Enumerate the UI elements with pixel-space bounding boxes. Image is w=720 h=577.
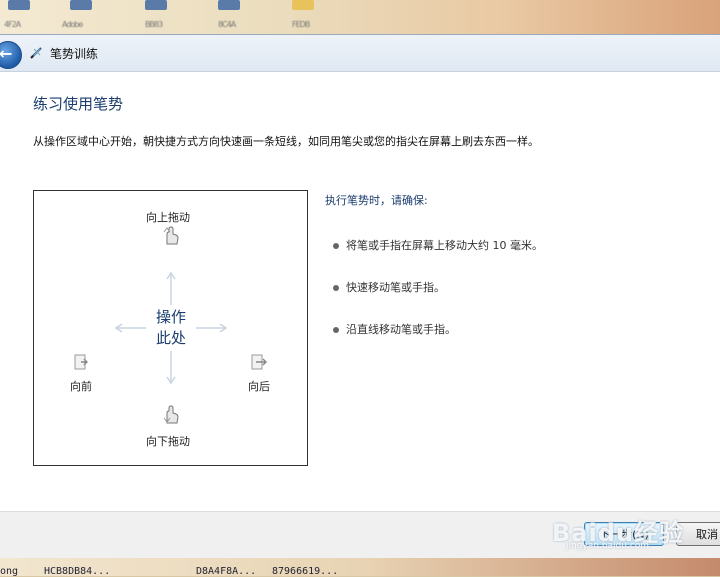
operate-here-label: 操作 此处 bbox=[155, 308, 186, 347]
desktop-icon-label: HCB8DB84... bbox=[44, 566, 111, 577]
gesture-practice-area[interactable]: 向上拖动 向前 操作 此处 向后 向下拖动 bbox=[33, 190, 308, 466]
desktop-file-icon[interactable] bbox=[145, 0, 167, 10]
desktop-icon-label: 87966619... bbox=[272, 566, 339, 577]
desktop-icon-label: 4F2A bbox=[4, 20, 21, 29]
page-forward-icon bbox=[251, 354, 267, 370]
desktop-icon-label: FEDB bbox=[292, 20, 310, 29]
desktop-file-icon[interactable] bbox=[70, 0, 92, 10]
page-back-icon bbox=[74, 354, 88, 370]
drag-right-label: 向后 bbox=[248, 380, 270, 393]
bullet-icon bbox=[333, 243, 339, 249]
drag-up-label: 向上拖动 bbox=[146, 211, 190, 224]
tip-item: 将笔或手指在屏幕上移动大约 10 毫米。 bbox=[333, 237, 543, 253]
desktop-folder-icon[interactable] bbox=[292, 0, 314, 10]
desktop-icon-label: D8A4F8A... bbox=[196, 566, 257, 577]
desktop-file-icon[interactable] bbox=[8, 0, 30, 10]
bullet-icon bbox=[333, 327, 339, 333]
title-bar: ← 笔势训练 bbox=[0, 35, 720, 72]
pen-gesture-icon bbox=[30, 47, 42, 59]
back-arrow-icon: ← bbox=[0, 44, 13, 63]
back-button[interactable]: ← bbox=[0, 41, 22, 69]
instruction-text: 从操作区域中心开始，朝快捷方式方向快速画一条短线，如同用笔尖或您的指尖在屏幕上刷… bbox=[33, 135, 539, 148]
hand-up-icon bbox=[163, 226, 179, 245]
drag-left-label: 向前 bbox=[70, 380, 92, 393]
desktop-icon-label: Adobe bbox=[62, 20, 83, 29]
hand-down-icon bbox=[163, 405, 179, 424]
pen-gesture-training-window: ← 笔势训练 练习使用笔势 从操作区域中心开始，朝快捷方式方向快速画一条短线，如… bbox=[0, 34, 720, 558]
drag-down-label: 向下拖动 bbox=[146, 435, 190, 448]
tip-item: 沿直线移动笔或手指。 bbox=[333, 321, 456, 337]
tip-item: 快速移动笔或手指。 bbox=[333, 279, 445, 295]
desktop-icon-label: BB83 bbox=[145, 20, 163, 29]
watermark-url: jingyan.baidu.com bbox=[566, 541, 650, 551]
window-title: 笔势训练 bbox=[50, 47, 99, 61]
desktop-icon-label: 8C4A bbox=[218, 20, 236, 29]
bullet-icon bbox=[333, 285, 339, 291]
tips-heading: 执行笔势时，请确保: bbox=[325, 194, 428, 207]
desktop-icon-label: ong bbox=[0, 566, 19, 577]
page-title: 练习使用笔势 bbox=[33, 95, 124, 113]
desktop-file-icon[interactable] bbox=[218, 0, 240, 10]
